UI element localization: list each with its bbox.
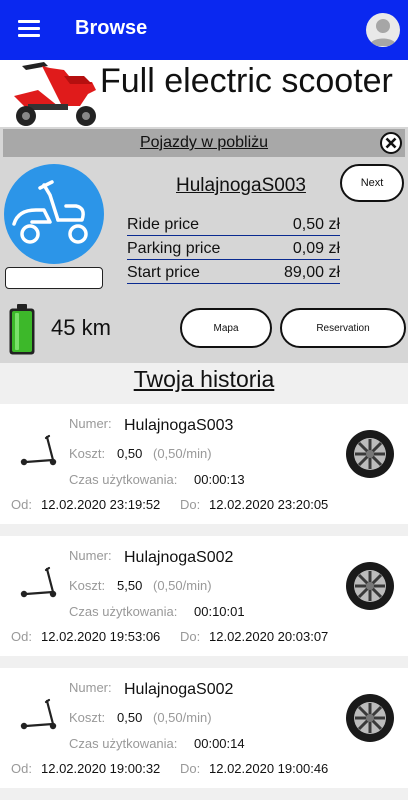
vehicle-number: HulajnogaS003: [124, 417, 234, 434]
number-label: Numer:: [69, 416, 112, 431]
wheel-icon: [346, 562, 394, 610]
cost-label: Koszt:: [69, 446, 106, 461]
number-label: Numer:: [69, 548, 112, 563]
wheel-icon: [346, 694, 394, 742]
duration-label: Czas użytkowania:: [69, 736, 178, 751]
vehicle-number: HulajnogaS002: [124, 549, 234, 566]
price-value: 89,00 zł: [283, 264, 340, 281]
from-value: 12.02.2020 19:00:32: [41, 761, 161, 776]
kick-scooter-icon: [20, 434, 57, 466]
close-circle-icon[interactable]: [379, 131, 403, 155]
history-card[interactable]: Numer: HulajnogaS003 Koszt: 0,50 (0,50/m…: [0, 404, 408, 524]
next-button[interactable]: Next: [340, 164, 404, 202]
battery-full-icon: [9, 304, 35, 355]
duration-label: Czas użytkowania:: [69, 604, 178, 619]
user-avatar-icon[interactable]: [366, 13, 400, 47]
duration-value: 00:00:13: [194, 472, 245, 487]
cost-value: 0,50: [117, 446, 143, 461]
price-row-parking: Parking price 0,09 zł: [127, 237, 340, 260]
rate-value: (0,50/min): [153, 578, 212, 593]
from-label: Od:: [11, 497, 32, 512]
wheel-icon: [346, 430, 394, 478]
price-value: 0,09 zł: [292, 240, 340, 257]
duration-value: 00:00:14: [194, 736, 245, 751]
price-label: Start price: [127, 264, 200, 281]
to-value: 12.02.2020 23:20:05: [209, 497, 329, 512]
reservation-button[interactable]: Reservation: [280, 308, 406, 348]
to-label: Do:: [180, 497, 201, 512]
price-label: Parking price: [127, 240, 221, 257]
vehicle-image: [4, 164, 104, 264]
price-label: Ride price: [127, 216, 200, 233]
nearby-vehicles-panel: Pojazdy w pobliżu HulajnogaS003 Next Rid…: [0, 127, 408, 363]
from-label: Od:: [11, 629, 32, 644]
history-card[interactable]: Numer: HulajnogaS002 Koszt: 5,50 (0,50/m…: [0, 536, 408, 656]
kick-scooter-icon: [20, 566, 57, 598]
app-bar: Browse: [0, 0, 408, 60]
duration-label: Czas użytkowania:: [69, 472, 178, 487]
history-title: Twoja historia: [133, 366, 275, 392]
hamburger-menu-icon[interactable]: [18, 20, 40, 38]
to-value: 12.02.2020 20:03:07: [209, 629, 329, 644]
cost-value: 0,50: [117, 710, 143, 725]
to-value: 12.02.2020 19:00:46: [209, 761, 329, 776]
rate-value: (0,50/min): [153, 710, 212, 725]
moped-icon: [12, 180, 88, 244]
panel-header-title[interactable]: Pojazdy w pobliżu: [3, 134, 405, 152]
rate-value: (0,50/min): [153, 446, 212, 461]
red-scooter-image: [14, 62, 96, 126]
cost-value: 5,50: [117, 578, 143, 593]
banner: Full electric scooter: [0, 60, 408, 127]
vehicle-code-field[interactable]: [5, 267, 103, 289]
from-value: 12.02.2020 23:19:52: [41, 497, 161, 512]
from-value: 12.02.2020 19:53:06: [41, 629, 161, 644]
panel-header: Pojazdy w pobliżu: [3, 129, 405, 157]
history-card[interactable]: Numer: HulajnogaS002 Koszt: 0,50 (0,50/m…: [0, 668, 408, 788]
banner-title: Full electric scooter: [100, 62, 393, 100]
vehicle-name[interactable]: HulajnogaS003: [176, 175, 306, 197]
price-value: 0,50 zł: [292, 216, 340, 233]
page-title: Browse: [75, 17, 148, 39]
to-label: Do:: [180, 629, 201, 644]
to-label: Do:: [180, 761, 201, 776]
map-button[interactable]: Mapa: [180, 308, 272, 348]
duration-value: 00:10:01: [194, 604, 245, 619]
kick-scooter-icon: [20, 698, 57, 730]
number-label: Numer:: [69, 680, 112, 695]
cost-label: Koszt:: [69, 710, 106, 725]
price-row-start: Start price 89,00 zł: [127, 261, 340, 284]
range-value: 45 km: [51, 315, 111, 340]
vehicle-number: HulajnogaS002: [124, 681, 234, 698]
from-label: Od:: [11, 761, 32, 776]
cost-label: Koszt:: [69, 578, 106, 593]
price-row-ride: Ride price 0,50 zł: [127, 213, 340, 236]
